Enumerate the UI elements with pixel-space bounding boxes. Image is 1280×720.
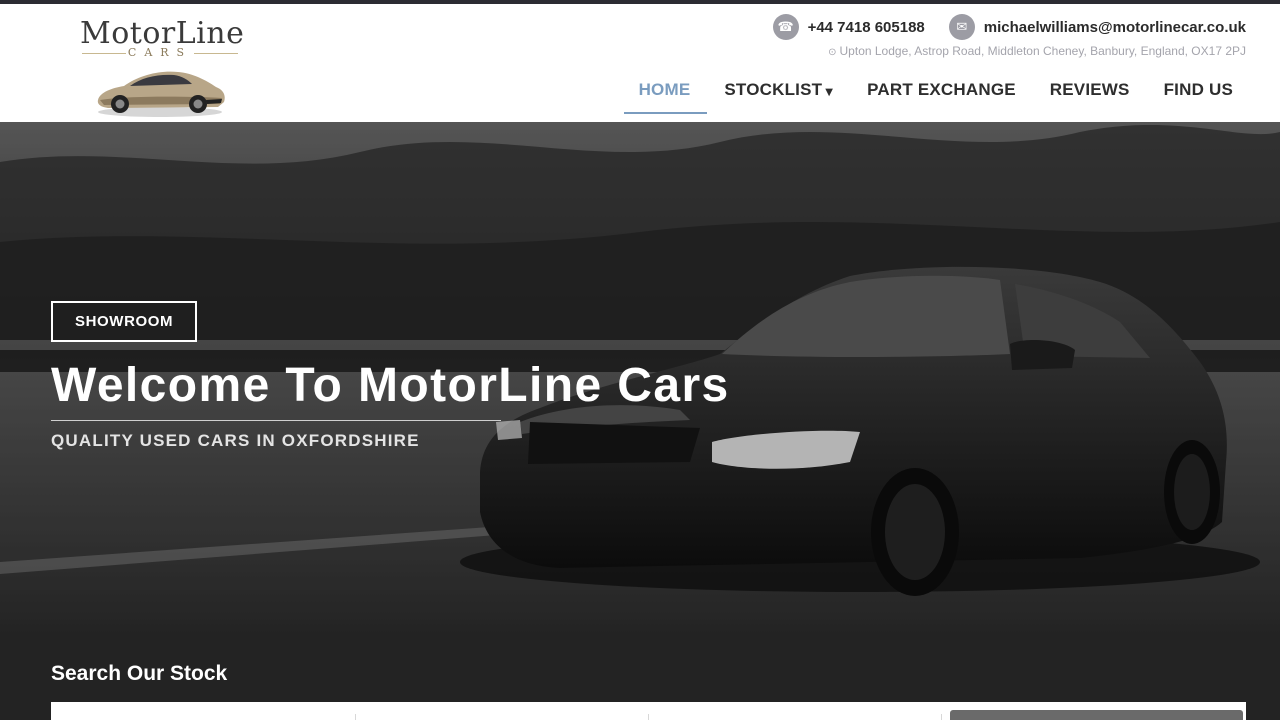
nav-item-label: PART EXCHANGE: [867, 80, 1016, 99]
nav-item-label: REVIEWS: [1049, 80, 1130, 99]
hero-subtitle: QUALITY USED CARS IN OXFORDSHIRE: [51, 431, 420, 450]
nav-item-reviews[interactable]: REVIEWS: [1033, 70, 1147, 114]
search-field-divider: [941, 714, 942, 720]
logo-sports-car-icon: [97, 71, 225, 117]
nav-item-label: STOCKLIST: [724, 80, 823, 99]
search-submit-button[interactable]: [950, 710, 1243, 720]
nav-item-stocklist[interactable]: STOCKLIST ▼: [707, 70, 850, 114]
hero-title: Welcome To MotorLine Cars: [51, 358, 728, 421]
brand-logo[interactable]: MotorLine CARS: [76, 12, 252, 120]
search-field-divider: [355, 714, 356, 720]
phone-icon: ☎: [772, 14, 799, 40]
phone-number[interactable]: +44 7418 605188: [808, 19, 925, 36]
email-contact[interactable]: ✉ michaelwilliams@motorlinecar.co.uk: [948, 14, 1246, 40]
location-pin-icon: ⊙: [828, 47, 837, 58]
nav-item-part-exchange[interactable]: PART EXCHANGE: [850, 70, 1033, 114]
envelope-icon: ✉: [948, 14, 975, 40]
nav-item-home[interactable]: HOME: [622, 70, 708, 114]
phone-contact[interactable]: ☎ +44 7418 605188: [772, 14, 925, 40]
search-field-divider: [648, 714, 649, 720]
contact-row: ☎ +44 7418 605188 ✉ michaelwilliams@moto…: [772, 14, 1246, 40]
site-header: MotorLine CARS ☎ +44 7418 605188 ✉ micha…: [0, 4, 1280, 122]
address-text: Upton Lodge, Astrop Road, Middleton Chen…: [839, 44, 1246, 58]
search-section-title: Search Our Stock: [51, 662, 228, 685]
email-address[interactable]: michaelwilliams@motorlinecar.co.uk: [984, 19, 1246, 36]
main-navigation: HOME STOCKLIST ▼ PART EXCHANGE REVIEWS FI…: [622, 70, 1250, 114]
nav-item-label: HOME: [638, 80, 691, 99]
search-form: [51, 702, 1246, 720]
hero-banner: SHOWROOM Welcome To MotorLine Cars QUALI…: [0, 122, 1280, 634]
stock-search-section: Search Our Stock: [0, 634, 1280, 720]
caret-down-icon: ▼: [825, 87, 834, 98]
nav-item-find-us[interactable]: FIND US: [1147, 70, 1250, 114]
address-line: ⊙ Upton Lodge, Astrop Road, Middleton Che…: [828, 44, 1246, 58]
nav-item-label: FIND US: [1163, 80, 1233, 99]
showroom-button[interactable]: SHOWROOM: [51, 301, 198, 342]
brand-tagline: CARS: [76, 46, 244, 59]
hero-content: SHOWROOM Welcome To MotorLine Cars QUALI…: [51, 301, 728, 451]
